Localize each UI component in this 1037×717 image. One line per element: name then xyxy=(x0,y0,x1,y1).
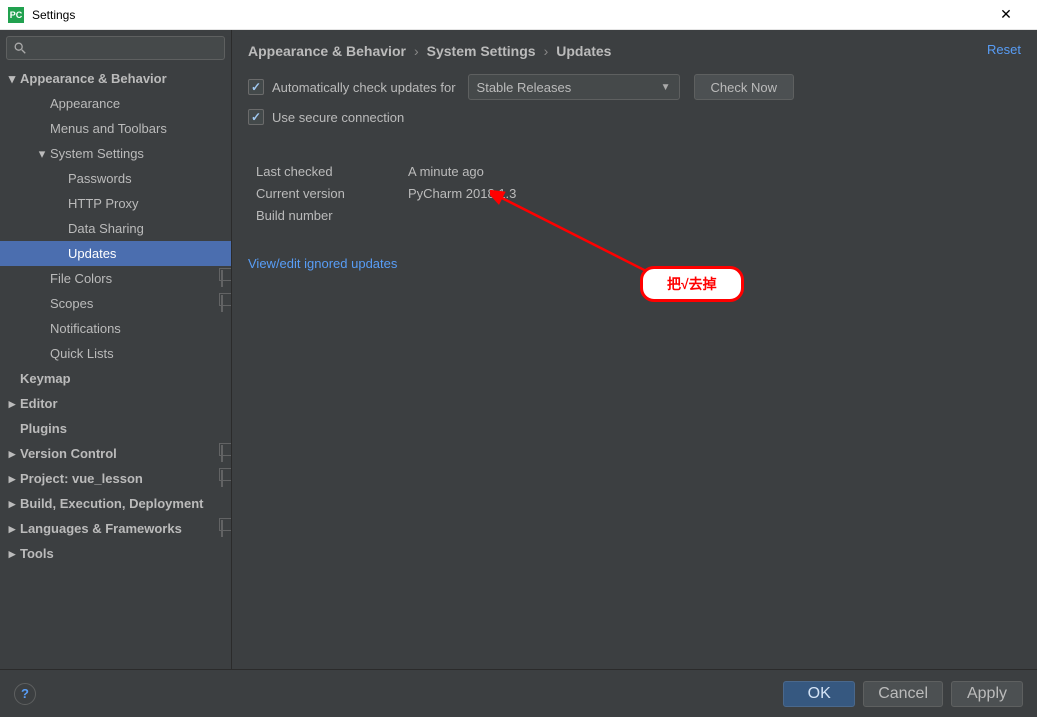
sidebar-item-label: Appearance xyxy=(50,96,120,111)
sidebar-item-label: Passwords xyxy=(68,171,132,186)
app-icon: PC xyxy=(8,7,24,23)
chevron-right-icon: ▸ xyxy=(6,546,18,562)
sidebar-item-passwords[interactable]: Passwords xyxy=(0,166,231,191)
title-bar: PC Settings ✕ xyxy=(0,0,1037,30)
sidebar-item-label: System Settings xyxy=(50,146,144,161)
chevron-right-icon: ▸ xyxy=(6,496,18,512)
copy-icon xyxy=(221,446,223,461)
update-channel-select[interactable]: Stable Releases ▼ xyxy=(468,74,680,100)
auto-check-label: Automatically check updates for xyxy=(272,80,456,95)
sidebar-item-languages-frameworks[interactable]: ▸Languages & Frameworks xyxy=(0,516,231,541)
breadcrumb-b: System Settings xyxy=(427,43,536,59)
sidebar-item-label: Languages & Frameworks xyxy=(20,521,182,536)
build-number-label: Build number xyxy=(256,208,408,223)
chevron-right-icon: › xyxy=(414,43,419,59)
settings-panel: Appearance & Behavior › System Settings … xyxy=(232,30,1037,669)
sidebar-item-label: Notifications xyxy=(50,321,121,336)
ignored-updates-link[interactable]: View/edit ignored updates xyxy=(248,256,397,271)
secure-connection-checkbox[interactable] xyxy=(248,109,264,125)
breadcrumb-a: Appearance & Behavior xyxy=(248,43,406,59)
chevron-down-icon: ▾ xyxy=(6,71,18,87)
last-checked-label: Last checked xyxy=(256,164,408,179)
cancel-button[interactable]: Cancel xyxy=(863,681,943,707)
sidebar-item-label: Quick Lists xyxy=(50,346,114,361)
sidebar-item-label: HTTP Proxy xyxy=(68,196,139,211)
sidebar-item-label: Build, Execution, Deployment xyxy=(20,496,203,511)
ok-button[interactable]: OK xyxy=(783,681,855,707)
settings-sidebar: ▾Appearance & BehaviorAppearanceMenus an… xyxy=(0,30,232,669)
auto-check-updates-checkbox[interactable] xyxy=(248,79,264,95)
sidebar-item-label: Appearance & Behavior xyxy=(20,71,167,86)
sidebar-item-build-execution-deployment[interactable]: ▸Build, Execution, Deployment xyxy=(0,491,231,516)
breadcrumb: Appearance & Behavior › System Settings … xyxy=(232,30,1037,72)
sidebar-item-menus-and-toolbars[interactable]: Menus and Toolbars xyxy=(0,116,231,141)
close-icon[interactable]: ✕ xyxy=(983,0,1029,30)
sidebar-item-scopes[interactable]: Scopes xyxy=(0,291,231,316)
last-checked-value: A minute ago xyxy=(408,164,484,179)
chevron-right-icon: ▸ xyxy=(6,446,18,462)
check-now-button[interactable]: Check Now xyxy=(694,74,794,100)
sidebar-item-label: File Colors xyxy=(50,271,112,286)
reset-link[interactable]: Reset xyxy=(987,42,1021,57)
chevron-down-icon: ▾ xyxy=(36,146,48,162)
current-version-label: Current version xyxy=(256,186,408,201)
copy-icon xyxy=(221,271,223,286)
select-value: Stable Releases xyxy=(477,80,572,95)
chevron-right-icon: ▸ xyxy=(6,396,18,412)
secure-connection-label: Use secure connection xyxy=(272,110,404,125)
sidebar-item-label: Updates xyxy=(68,246,116,261)
sidebar-item-http-proxy[interactable]: HTTP Proxy xyxy=(0,191,231,216)
sidebar-item-appearance[interactable]: Appearance xyxy=(0,91,231,116)
apply-button[interactable]: Apply xyxy=(951,681,1023,707)
sidebar-item-version-control[interactable]: ▸Version Control xyxy=(0,441,231,466)
current-version-value: PyCharm 2018.1.3 xyxy=(408,186,516,201)
sidebar-item-label: Scopes xyxy=(50,296,93,311)
sidebar-item-label: Menus and Toolbars xyxy=(50,121,167,136)
sidebar-item-editor[interactable]: ▸Editor xyxy=(0,391,231,416)
sidebar-item-quick-lists[interactable]: Quick Lists xyxy=(0,341,231,366)
copy-icon xyxy=(221,471,223,486)
sidebar-item-tools[interactable]: ▸Tools xyxy=(0,541,231,566)
sidebar-item-label: Project: vue_lesson xyxy=(20,471,143,486)
sidebar-item-appearance-behavior[interactable]: ▾Appearance & Behavior xyxy=(0,66,231,91)
copy-icon xyxy=(221,521,223,536)
dialog-footer: ? OK Cancel Apply xyxy=(0,669,1037,717)
sidebar-item-system-settings[interactable]: ▾System Settings xyxy=(0,141,231,166)
window-title: Settings xyxy=(32,8,983,22)
sidebar-item-plugins[interactable]: Plugins xyxy=(0,416,231,441)
sidebar-item-notifications[interactable]: Notifications xyxy=(0,316,231,341)
chevron-right-icon: › xyxy=(544,43,549,59)
sidebar-item-project-vue-lesson[interactable]: ▸Project: vue_lesson xyxy=(0,466,231,491)
breadcrumb-c: Updates xyxy=(556,43,611,59)
sidebar-item-data-sharing[interactable]: Data Sharing xyxy=(0,216,231,241)
sidebar-item-label: Data Sharing xyxy=(68,221,144,236)
copy-icon xyxy=(221,296,223,311)
sidebar-item-file-colors[interactable]: File Colors xyxy=(0,266,231,291)
sidebar-item-label: Editor xyxy=(20,396,58,411)
sidebar-item-label: Plugins xyxy=(20,421,67,436)
sidebar-item-keymap[interactable]: Keymap xyxy=(0,366,231,391)
sidebar-item-label: Keymap xyxy=(20,371,71,386)
annotation-callout: 把√去掉 xyxy=(640,266,744,302)
help-icon[interactable]: ? xyxy=(14,683,36,705)
sidebar-item-label: Version Control xyxy=(20,446,117,461)
search-input[interactable] xyxy=(6,36,225,60)
chevron-down-icon: ▼ xyxy=(661,82,671,93)
chevron-right-icon: ▸ xyxy=(6,521,18,537)
sidebar-item-label: Tools xyxy=(20,546,54,561)
search-icon xyxy=(13,41,27,55)
settings-tree: ▾Appearance & BehaviorAppearanceMenus an… xyxy=(0,66,231,669)
chevron-right-icon: ▸ xyxy=(6,471,18,487)
sidebar-item-updates[interactable]: Updates xyxy=(0,241,231,266)
